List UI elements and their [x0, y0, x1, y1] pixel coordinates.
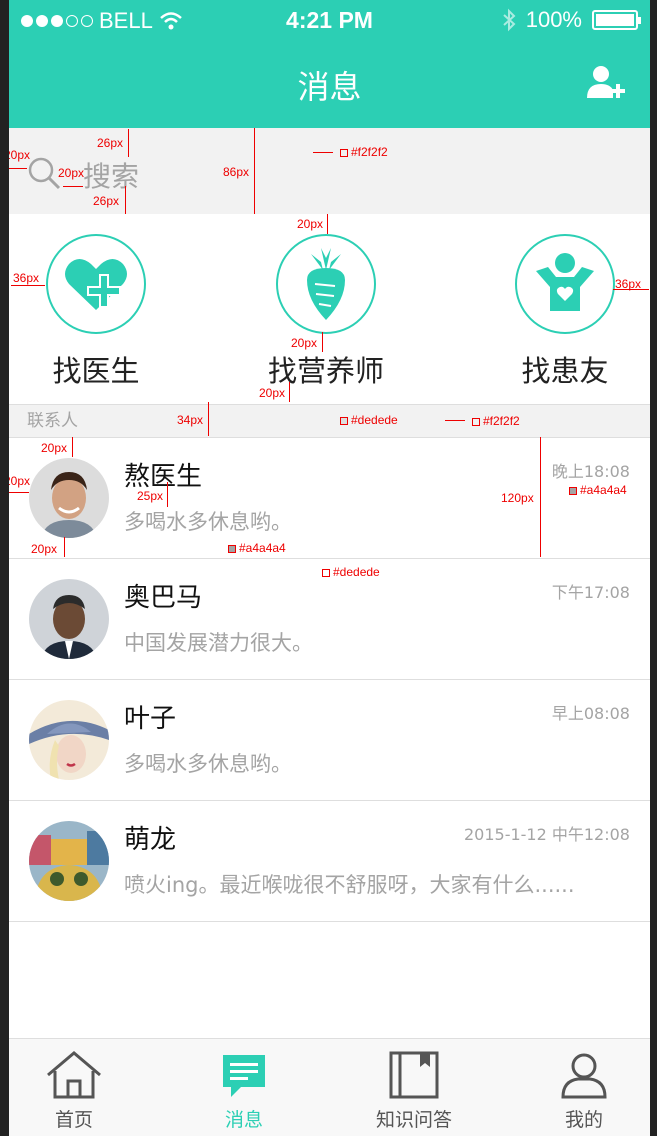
- category-find-nutritionist[interactable]: 找营养师: [256, 234, 396, 390]
- message-icon: [223, 1055, 265, 1097]
- nav-bar: 消息: [9, 40, 650, 128]
- contact-name: 奥巴马: [124, 583, 203, 613]
- contact-list: 熬医生 多喝水多休息哟。 晚上18:08 奥巴马 中国发展潜力很大。 下午17:…: [9, 438, 650, 922]
- tab-label: 消息: [224, 1109, 263, 1131]
- add-friend-icon[interactable]: [586, 64, 626, 100]
- tab-knowledge[interactable]: 知识问答: [349, 1051, 479, 1132]
- message-time: 早上08:08: [551, 704, 630, 723]
- contact-name: 萌龙: [124, 825, 177, 855]
- message-time: 晚上18:08: [551, 462, 630, 481]
- avatar: [29, 700, 109, 780]
- home-icon: [47, 1051, 101, 1099]
- contact-message: 中国发展潜力很大。: [124, 631, 313, 655]
- category-label: 找医生: [52, 354, 140, 388]
- search-input[interactable]: 搜索: [83, 155, 139, 195]
- category-label: 找患友: [521, 354, 609, 388]
- avatar: [29, 458, 109, 538]
- tab-label: 首页: [54, 1109, 93, 1131]
- contact-message: 多喝水多休息哟。: [124, 752, 292, 776]
- phone-screen: BELL 4:21 PM 100% 消息 搜索 找医生 找营养师 找患友 联系人…: [9, 0, 650, 1136]
- tab-messages[interactable]: 消息: [179, 1051, 309, 1132]
- message-time: 下午17:08: [551, 583, 630, 602]
- list-item[interactable]: 叶子 多喝水多休息哟。 早上08:08: [9, 680, 650, 801]
- book-icon: [389, 1051, 439, 1099]
- contact-message: 喷火ing。最近喉咙很不舒服呀，大家有什么......: [124, 873, 575, 897]
- contact-name: 叶子: [124, 704, 177, 734]
- person-heart-icon: [536, 253, 594, 311]
- list-item[interactable]: 熬医生 多喝水多休息哟。 晚上18:08: [9, 438, 650, 559]
- user-icon: [561, 1053, 607, 1099]
- tab-label: 我的: [564, 1109, 603, 1131]
- radish-icon: [307, 248, 345, 320]
- category-row: 找医生 找营养师 找患友: [9, 214, 650, 404]
- heart-plus-icon: [65, 259, 127, 310]
- search-icon: [28, 157, 61, 190]
- status-bar: BELL 4:21 PM 100%: [9, 0, 650, 40]
- contact-message: 多喝水多休息哟。: [124, 510, 292, 534]
- avatar: [29, 821, 109, 901]
- tab-home[interactable]: 首页: [9, 1051, 139, 1132]
- list-item[interactable]: 萌龙 喷火ing。最近喉咙很不舒服呀，大家有什么...... 2015-1-12…: [9, 801, 650, 922]
- avatar: [29, 579, 109, 659]
- contact-name: 熬医生: [124, 462, 203, 492]
- category-label: 找营养师: [267, 354, 384, 388]
- page-title: 消息: [297, 68, 362, 106]
- category-find-doctor[interactable]: 找医生: [26, 234, 166, 390]
- tab-profile[interactable]: 我的: [519, 1051, 649, 1132]
- message-time: 2015-1-12 中午12:08: [463, 825, 630, 844]
- tab-label: 知识问答: [375, 1109, 452, 1131]
- battery-icon: [592, 10, 641, 30]
- category-find-patient-friends[interactable]: 找患友: [495, 234, 635, 390]
- battery-percent: 100%: [525, 7, 582, 32]
- tab-bar: 首页 消息 知识问答 我的: [9, 1038, 650, 1136]
- section-title: 联系人: [9, 404, 650, 438]
- bluetooth-icon: [503, 8, 516, 32]
